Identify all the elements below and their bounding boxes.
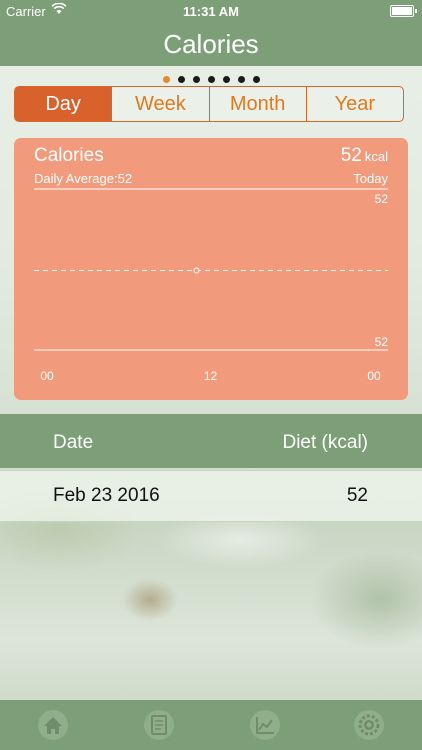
document-icon[interactable] — [142, 709, 176, 741]
battery-level — [392, 7, 412, 15]
clock: 11:31 AM — [183, 4, 239, 19]
page-dot[interactable] — [192, 76, 200, 83]
home-icon[interactable] — [36, 709, 70, 741]
page-dot[interactable] — [177, 76, 185, 83]
page-dot[interactable] — [252, 76, 260, 83]
segment-year[interactable]: Year — [305, 87, 403, 121]
date-column-header: Date — [53, 432, 94, 453]
card-value-unit: kcal — [364, 149, 388, 164]
table-row[interactable]: Feb 23 2016 52 — [0, 470, 422, 522]
daily-average-label: Daily Average:52 — [34, 171, 133, 186]
page-dot[interactable] — [222, 76, 230, 83]
card-total-value: 52 kcal — [341, 145, 388, 167]
y-tick-label: 52 — [375, 335, 389, 349]
page-title: Calories — [163, 29, 259, 59]
status-bar: Carrier 11:31 AM — [0, 0, 422, 22]
table-header: Date Diet (kcal) — [0, 414, 422, 468]
settings-icon[interactable] — [352, 709, 386, 741]
battery-icon — [390, 5, 417, 17]
x-tick-label: 12 — [204, 369, 218, 383]
chart-icon[interactable] — [248, 709, 282, 741]
card-title: Calories — [34, 145, 104, 166]
data-point — [193, 267, 200, 274]
segment-day[interactable]: Day — [15, 87, 112, 121]
period-label: Today — [353, 171, 388, 186]
tab-bar — [0, 700, 422, 750]
y-tick-label: 52 — [375, 192, 389, 206]
x-tick-label: 00 — [367, 369, 381, 383]
calories-chart-card: 52 52 00 12 00 Calories 52 kcal Daily Average… — [14, 138, 408, 400]
segment-month[interactable]: Month — [208, 87, 306, 121]
page-dot[interactable] — [237, 76, 245, 83]
x-tick-label: 00 — [40, 369, 54, 383]
period-segmented-control[interactable]: Day Week Month Year — [14, 86, 404, 122]
page-dot[interactable] — [162, 76, 170, 83]
navigation-bar: Calories — [0, 22, 422, 66]
row-calories: 52 — [346, 485, 368, 506]
card-value-number: 52 — [340, 145, 362, 166]
page-dot[interactable] — [207, 76, 215, 83]
segment-week[interactable]: Week — [111, 87, 208, 121]
row-date: Feb 23 2016 — [53, 485, 160, 506]
diet-column-header: Diet (kcal) — [282, 432, 368, 453]
